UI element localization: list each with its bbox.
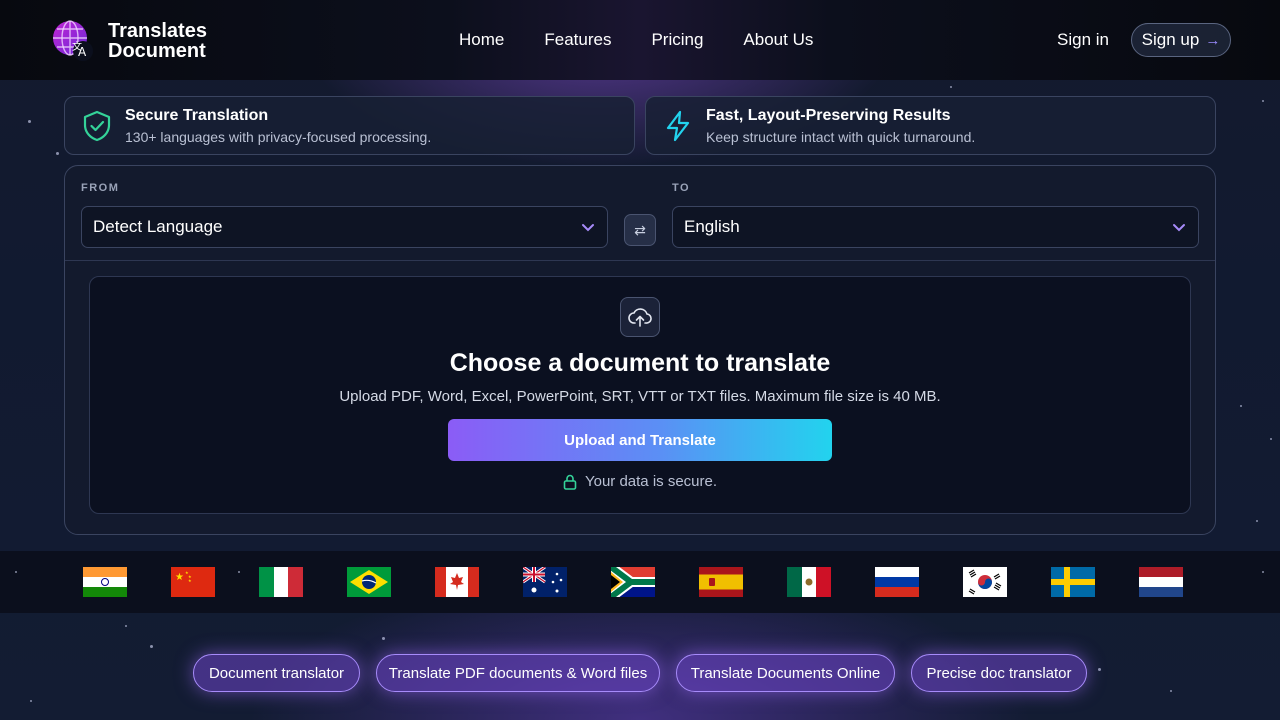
flag-sweden-icon xyxy=(1051,567,1095,597)
target-language-select[interactable]: English xyxy=(672,206,1199,248)
dropzone-subtitle: Upload PDF, Word, Excel, PowerPoint, SRT… xyxy=(339,388,941,405)
file-dropzone[interactable]: Choose a document to translate Upload PD… xyxy=(89,276,1191,514)
feature-card-fast: Fast, Layout-Preserving Results Keep str… xyxy=(645,96,1216,155)
flag-south-korea-icon xyxy=(963,567,1007,597)
to-label: TO xyxy=(672,182,691,194)
flag-china-icon: ★ ★ ★ ★ xyxy=(171,567,215,597)
chevron-down-icon xyxy=(1173,224,1185,232)
main-nav: Home Features Pricing About Us xyxy=(459,30,813,50)
cloud-upload-icon xyxy=(620,297,660,337)
shield-check-icon xyxy=(81,110,113,142)
brand-name-line1: Translates xyxy=(108,20,207,42)
feature-title: Fast, Layout-Preserving Results xyxy=(706,106,951,124)
sign-in-link[interactable]: Sign in xyxy=(1057,30,1109,50)
nav-features[interactable]: Features xyxy=(544,30,611,50)
lightning-icon xyxy=(662,110,694,142)
flag-india-icon xyxy=(83,567,127,597)
top-navbar: A 文 Translates Document Home Features Pr… xyxy=(0,0,1280,80)
chevron-down-icon xyxy=(582,224,594,232)
target-language-value: English xyxy=(684,217,740,236)
sign-up-label: Sign up xyxy=(1141,30,1200,49)
brand-name-line2: Document xyxy=(108,40,206,62)
sign-up-button[interactable]: Sign up → xyxy=(1131,23,1231,57)
nav-pricing[interactable]: Pricing xyxy=(651,30,703,50)
feature-subtitle: Keep structure intact with quick turnaro… xyxy=(706,128,976,145)
flag-canada-icon xyxy=(435,567,479,597)
swap-languages-button[interactable]: ⇄ xyxy=(624,214,656,246)
svg-text:文: 文 xyxy=(72,40,82,53)
swap-icon: ⇄ xyxy=(634,221,646,238)
chip-document-translator[interactable]: Document translator xyxy=(193,654,360,692)
arrow-right-icon: → xyxy=(1205,31,1221,49)
flag-mexico-icon xyxy=(787,567,831,597)
flag-italy-icon xyxy=(259,567,303,597)
flag-russia-icon xyxy=(875,567,919,597)
flag-australia-icon xyxy=(523,567,567,597)
brand-logo[interactable]: A 文 Translates Document xyxy=(52,20,207,62)
chip-translate-pdf-word[interactable]: Translate PDF documents & Word files xyxy=(376,654,660,692)
from-label: FROM xyxy=(81,182,120,194)
dropzone-title: Choose a document to translate xyxy=(449,349,831,377)
chip-translate-documents-online[interactable]: Translate Documents Online xyxy=(676,654,895,692)
divider xyxy=(65,260,1215,261)
flag-netherlands-icon xyxy=(1139,567,1183,597)
secure-text: Your data is secure. xyxy=(584,473,718,490)
flag-spain-icon xyxy=(699,567,743,597)
lock-icon xyxy=(563,474,577,490)
source-language-value: Detect Language xyxy=(93,217,223,236)
flag-brazil-icon xyxy=(347,567,391,597)
feature-card-secure: Secure Translation 130+ languages with p… xyxy=(64,96,635,155)
svg-text:★: ★ xyxy=(175,572,184,583)
svg-text:★: ★ xyxy=(188,578,192,583)
chip-precise-doc-translator[interactable]: Precise doc translator xyxy=(911,654,1087,692)
globe-translate-icon: A 文 xyxy=(52,20,94,62)
feature-subtitle: 130+ languages with privacy-focused proc… xyxy=(125,128,432,145)
source-language-select[interactable]: Detect Language xyxy=(81,206,608,248)
upload-and-translate-button[interactable]: Upload and Translate xyxy=(448,419,832,461)
translator-panel: FROM Detect Language ⇄ TO English Choose… xyxy=(64,165,1216,535)
nav-home[interactable]: Home xyxy=(459,30,504,50)
nav-about-us[interactable]: About Us xyxy=(743,30,813,50)
flag-south-africa-icon xyxy=(611,567,655,597)
language-flags-strip: ★ ★ ★ ★ xyxy=(0,551,1280,613)
feature-title: Secure Translation xyxy=(125,106,269,124)
secure-note: Your data is secure. xyxy=(90,473,1190,490)
